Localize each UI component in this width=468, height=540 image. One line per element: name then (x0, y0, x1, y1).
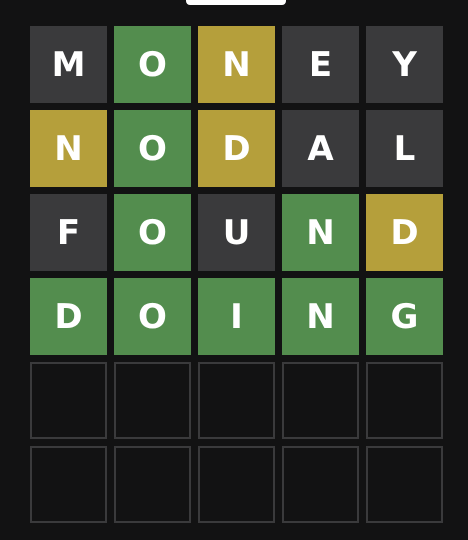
tile-r4-c1: D (30, 278, 107, 355)
tile-r3-c3: U (198, 194, 275, 271)
tile-r5-c3 (198, 362, 275, 439)
tile-r3-c1: F (30, 194, 107, 271)
tile-r6-c4 (282, 446, 359, 523)
tile-r1-c4: E (282, 26, 359, 103)
tile-r4-c2: O (114, 278, 191, 355)
top-tab (186, 0, 286, 5)
tile-r3-c5: D (366, 194, 443, 271)
tile-r4-c3: I (198, 278, 275, 355)
tile-r3-c4: N (282, 194, 359, 271)
tile-r2-c4: A (282, 110, 359, 187)
tile-r2-c1: N (30, 110, 107, 187)
tile-r1-c2: O (114, 26, 191, 103)
tile-r3-c2: O (114, 194, 191, 271)
tile-r1-c1: M (30, 26, 107, 103)
tile-r5-c2 (114, 362, 191, 439)
tile-r6-c1 (30, 446, 107, 523)
tile-r6-c5 (366, 446, 443, 523)
tile-r2-c5: L (366, 110, 443, 187)
tile-r5-c4 (282, 362, 359, 439)
tile-r6-c2 (114, 446, 191, 523)
tile-r6-c3 (198, 446, 275, 523)
tile-r4-c4: N (282, 278, 359, 355)
tile-r5-c5 (366, 362, 443, 439)
tile-r1-c5: Y (366, 26, 443, 103)
tile-r4-c5: G (366, 278, 443, 355)
tile-r2-c3: D (198, 110, 275, 187)
game-board: M O N E Y N O D A L F O U N D D O I N G (30, 26, 443, 523)
tile-r1-c3: N (198, 26, 275, 103)
tile-r2-c2: O (114, 110, 191, 187)
tile-r5-c1 (30, 362, 107, 439)
